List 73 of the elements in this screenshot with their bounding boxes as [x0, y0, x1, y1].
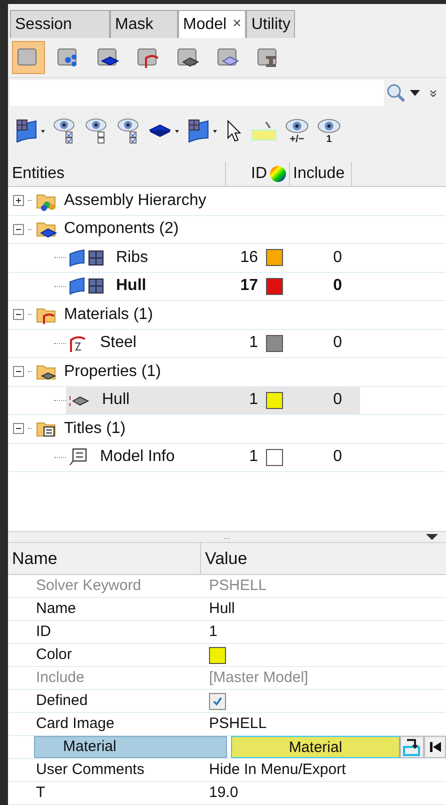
property-name[interactable]: Color — [8, 644, 201, 666]
tree-node-label[interactable]: Titles (1) — [64, 416, 126, 441]
entity-name: Hull — [116, 276, 146, 296]
column-header[interactable]: Include — [290, 162, 352, 186]
entity-id: 17 — [240, 277, 258, 294]
property-name[interactable]: Card Image — [8, 713, 201, 735]
eye-button[interactable]: +/− — [284, 117, 310, 145]
expander-icon[interactable] — [13, 224, 24, 235]
column-header[interactable]: ID — [251, 162, 267, 186]
entity-name: Ribs — [116, 248, 148, 268]
tab[interactable]: Session — [10, 10, 110, 38]
tree-node-label[interactable]: Materials (1) — [64, 302, 153, 327]
dropdown-caret-icon[interactable] — [426, 534, 438, 540]
property-name[interactable]: ID — [8, 621, 201, 643]
tree-row[interactable]: Ribs 16 0 — [66, 244, 360, 272]
tree-node-label[interactable]: Properties (1) — [64, 360, 161, 384]
include-value: 0 — [333, 248, 342, 266]
tab[interactable]: Utility — [246, 10, 296, 38]
property-value[interactable]: 19.0 — [205, 782, 238, 804]
entity-id: 16 — [240, 248, 258, 266]
column-header[interactable]: Value — [201, 543, 446, 574]
property-value[interactable]: 1 — [205, 620, 218, 644]
checkbox[interactable] — [209, 692, 226, 710]
entity-id: 1 — [249, 391, 258, 408]
property-value[interactable]: Hull — [205, 598, 235, 620]
column-header[interactable]: Entities — [8, 162, 226, 186]
grid-icon — [88, 278, 104, 294]
tree-row[interactable]: Steel 1 0 — [66, 330, 360, 357]
material-folder-icon[interactable] — [136, 46, 162, 70]
include-value: 0 — [333, 334, 342, 352]
entity-name: Steel — [100, 333, 136, 354]
entity-name: Model Info — [100, 447, 175, 468]
property-name[interactable]: Material — [34, 736, 227, 758]
property-folder-icon[interactable] — [176, 46, 202, 70]
property-value[interactable]: PSHELL — [205, 712, 267, 736]
entity-name: Hull — [102, 390, 130, 410]
surface-dropdown-icon[interactable] — [186, 118, 218, 144]
include-value: 0 — [333, 448, 342, 466]
entity-id: 1 — [249, 334, 258, 352]
checkmark-icon — [212, 696, 223, 706]
more-button[interactable]: » — [424, 83, 444, 103]
tree-row[interactable]: Hull 1 0 — [66, 386, 360, 414]
surface-icon — [68, 277, 86, 296]
property-name[interactable]: Name — [8, 598, 201, 620]
entity-id: 1 — [249, 448, 258, 466]
include-value: 0 — [333, 277, 342, 294]
surface-dropdown-icon[interactable] — [14, 118, 46, 144]
color-wheel-icon — [269, 165, 287, 183]
tab[interactable]: Model × — [178, 10, 246, 38]
expander-icon[interactable] — [13, 366, 24, 378]
material-icon — [68, 333, 88, 354]
first-icon[interactable] — [424, 736, 446, 758]
include-value: 0 — [333, 391, 342, 408]
property-value[interactable]: Hide In Menu/Export — [205, 758, 346, 782]
column-header[interactable]: Name — [8, 543, 201, 574]
note-icon — [68, 447, 88, 468]
property-name[interactable]: Defined — [8, 690, 201, 712]
tab[interactable]: Mask — [110, 10, 178, 38]
tree-node-label[interactable]: Components (2) — [64, 217, 179, 242]
eye-button[interactable]: 1 — [316, 117, 342, 145]
grid-icon — [88, 250, 104, 266]
splitter-handle[interactable]: ... — [224, 533, 230, 541]
tree-row[interactable]: Hull 17 0 — [66, 272, 360, 300]
expander-icon[interactable] — [13, 195, 24, 206]
material-selector-button[interactable]: Material — [231, 736, 400, 758]
dropdown-caret-icon[interactable] — [410, 90, 420, 96]
expander-icon[interactable] — [13, 309, 24, 320]
tree-node-label[interactable]: Assembly Hierarchy — [64, 188, 206, 213]
surface-icon — [68, 248, 86, 267]
expander-icon[interactable] — [13, 423, 24, 434]
property-name[interactable]: User Comments — [8, 759, 201, 781]
tree-row[interactable]: Model Info 1 0 — [66, 444, 360, 471]
property-name[interactable]: T — [8, 782, 201, 804]
